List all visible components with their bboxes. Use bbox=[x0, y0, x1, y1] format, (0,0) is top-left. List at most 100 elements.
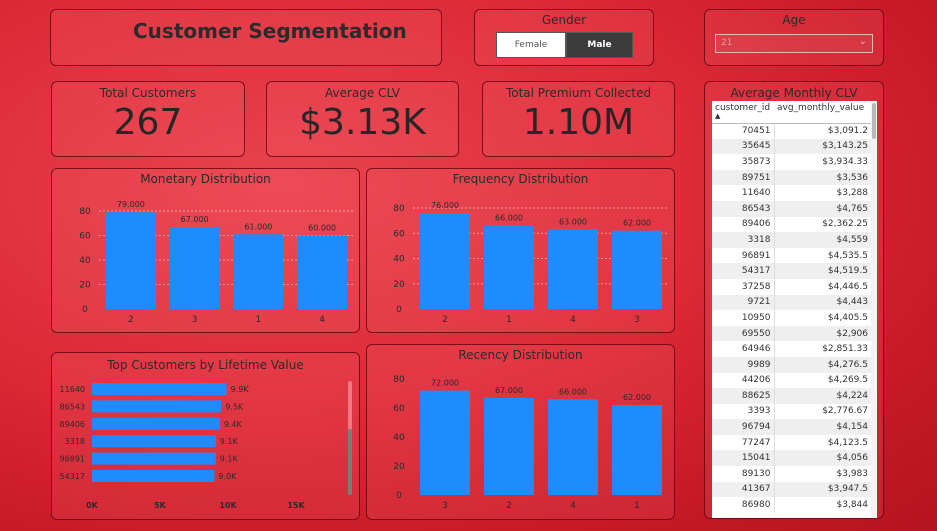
table-scrollbar[interactable] bbox=[871, 101, 877, 518]
cell-customer-id: 54317 bbox=[712, 263, 775, 279]
monetary-distribution-chart: Monetary Distribution 0 20 40 60 80 79.000 2 67… bbox=[51, 168, 360, 333]
cell-customer-id: 3318 bbox=[712, 232, 775, 248]
cell-avg-monthly-value: $4,446.5 bbox=[774, 278, 872, 295]
data-label: 9.9K bbox=[231, 385, 250, 394]
average-monthly-clv-table-card: Average Monthly CLV customer_id ▲ avg_mo… bbox=[704, 81, 884, 519]
table-row[interactable]: 54317 $4,519.5 bbox=[712, 263, 872, 279]
age-dropdown-value: 21 bbox=[721, 38, 733, 48]
table-title: Average Monthly CLV bbox=[730, 86, 858, 100]
table-row[interactable]: 96891 $4,535.5 bbox=[712, 247, 872, 264]
cell-customer-id: 86543 bbox=[712, 200, 775, 217]
table-row[interactable]: 35645 $3,143.25 bbox=[712, 138, 872, 155]
cell-avg-monthly-value: $3,091.2 bbox=[774, 123, 872, 139]
y-tick-label: 40 bbox=[393, 433, 405, 443]
cell-avg-monthly-value: $4,269.5 bbox=[774, 372, 872, 389]
table-row[interactable]: 88625 $4,224 bbox=[712, 388, 872, 404]
cell-avg-monthly-value: $3,143.25 bbox=[774, 138, 872, 155]
table-row[interactable]: 15041 $4,056 bbox=[712, 450, 872, 467]
cell-avg-monthly-value: $3,536 bbox=[774, 169, 872, 186]
column-header-avg-monthly-value[interactable]: avg_monthly_value bbox=[774, 101, 872, 124]
y-tick-label: 20 bbox=[79, 281, 91, 291]
gender-male-button[interactable]: Male bbox=[566, 32, 633, 58]
scrollbar-thumb[interactable] bbox=[348, 429, 352, 495]
x-tick-label: 1 bbox=[256, 315, 262, 325]
table-row[interactable]: 9989 $4,276.5 bbox=[712, 356, 872, 373]
x-tick-label: 3 bbox=[634, 315, 640, 325]
table-row[interactable]: 3318 $4,559 bbox=[712, 232, 872, 248]
table-row[interactable]: 70451 $3,091.2 bbox=[712, 123, 872, 139]
table-row[interactable]: 41367 $3,947.5 bbox=[712, 481, 872, 498]
clv-table: customer_id ▲ avg_monthly_value 70451 $3,… bbox=[712, 101, 877, 518]
y-tick-label: 11640 bbox=[60, 385, 85, 394]
x-tick-label: 1 bbox=[506, 315, 512, 325]
table-row[interactable]: 37258 $4,446.5 bbox=[712, 278, 872, 295]
cell-avg-monthly-value: $3,844 bbox=[774, 497, 872, 513]
y-tick-label: 20 bbox=[393, 280, 405, 290]
sort-ascending-icon: ▲ bbox=[715, 112, 721, 120]
top-customers-plot: 11640 9.9K 86543 9.5K 89406 9.4K 3318 9.1K 96891… bbox=[60, 383, 305, 510]
bar bbox=[420, 213, 470, 309]
bar bbox=[92, 400, 222, 413]
table-row[interactable]: 86543 $4,765 bbox=[712, 200, 872, 217]
cell-avg-monthly-value: $4,519.5 bbox=[774, 263, 872, 279]
page-title: Customer Segmentation bbox=[133, 19, 407, 43]
data-label: 72.000 bbox=[431, 379, 459, 388]
table-row[interactable]: 9721 $4,443 bbox=[712, 294, 872, 311]
column-header-customer-id[interactable]: customer_id ▲ bbox=[712, 101, 774, 124]
y-tick-label: 80 bbox=[393, 204, 405, 214]
table-row[interactable]: 35873 $3,934.33 bbox=[712, 154, 872, 170]
table-row[interactable]: 77247 $4,123.5 bbox=[712, 434, 872, 451]
age-slicer-label: Age bbox=[782, 13, 806, 27]
x-tick-label: 3 bbox=[192, 315, 198, 325]
table-row[interactable]: 89406 $2,362.25 bbox=[712, 216, 872, 233]
x-tick-label: 4 bbox=[319, 315, 325, 325]
bar bbox=[106, 212, 156, 309]
cell-avg-monthly-value: $3,983 bbox=[774, 466, 872, 482]
cell-avg-monthly-value: $3,934.33 bbox=[774, 154, 872, 170]
scrollbar-thumb[interactable] bbox=[872, 103, 876, 139]
x-tick-label: 3 bbox=[442, 501, 448, 511]
data-label: 62.000 bbox=[623, 393, 651, 402]
table-row[interactable]: 44206 $4,269.5 bbox=[712, 372, 872, 389]
data-label: 67.000 bbox=[495, 386, 523, 395]
chart-scrollbar[interactable] bbox=[348, 381, 352, 495]
table-row[interactable]: 10950 $4,405.5 bbox=[712, 310, 872, 326]
data-label: 9.0K bbox=[218, 472, 237, 481]
bar bbox=[92, 383, 227, 395]
y-tick-label: 54317 bbox=[60, 472, 85, 481]
title-card: Customer Segmentation bbox=[50, 9, 442, 66]
frequency-chart-plot: 0 20 40 60 80 76.000 2 66.000 1 63.000 4 62.000 3 bbox=[393, 201, 669, 325]
monetary-chart-plot: 0 20 40 60 80 79.000 2 67.000 3 61.000 1 60.000 4 bbox=[79, 200, 354, 325]
data-label: 76.000 bbox=[431, 201, 459, 210]
y-tick-label: 89406 bbox=[60, 420, 85, 429]
bar bbox=[233, 234, 284, 309]
cell-customer-id: 89406 bbox=[712, 216, 775, 233]
bar bbox=[548, 229, 598, 309]
table-row[interactable]: 86980 $3,844 bbox=[712, 497, 872, 513]
data-label: 79.000 bbox=[117, 200, 145, 209]
age-dropdown[interactable]: 21 ⌄ bbox=[715, 34, 873, 53]
table-row[interactable]: 96794 $4,154 bbox=[712, 419, 872, 435]
data-label: 61.000 bbox=[244, 222, 272, 231]
x-tick-label: 2 bbox=[442, 315, 448, 325]
cell-customer-id: 64946 bbox=[712, 341, 775, 357]
x-tick-label: 1 bbox=[634, 501, 640, 511]
cell-avg-monthly-value: $4,559 bbox=[774, 232, 872, 248]
table-row[interactable]: 89130 $3,983 bbox=[712, 466, 872, 482]
y-tick-label: 0 bbox=[82, 305, 88, 315]
cell-customer-id: 96794 bbox=[712, 419, 775, 435]
cell-customer-id: 35873 bbox=[712, 154, 775, 170]
gender-female-button[interactable]: Female bbox=[496, 32, 566, 58]
table-row[interactable]: 11640 $3,288 bbox=[712, 185, 872, 201]
bar bbox=[420, 390, 470, 495]
bar bbox=[548, 399, 598, 495]
table-row[interactable]: 64946 $2,851.33 bbox=[712, 341, 872, 357]
table-row[interactable]: 3393 $2,776.67 bbox=[712, 403, 872, 420]
table-row[interactable]: 69550 $2,906 bbox=[712, 325, 872, 342]
data-label: 62.000 bbox=[623, 219, 651, 228]
y-tick-label: 60 bbox=[393, 404, 405, 414]
bar bbox=[612, 230, 662, 309]
y-tick-label: 20 bbox=[393, 462, 405, 472]
cell-avg-monthly-value: $2,362.25 bbox=[774, 216, 872, 233]
table-row[interactable]: 89751 $3,536 bbox=[712, 169, 872, 186]
